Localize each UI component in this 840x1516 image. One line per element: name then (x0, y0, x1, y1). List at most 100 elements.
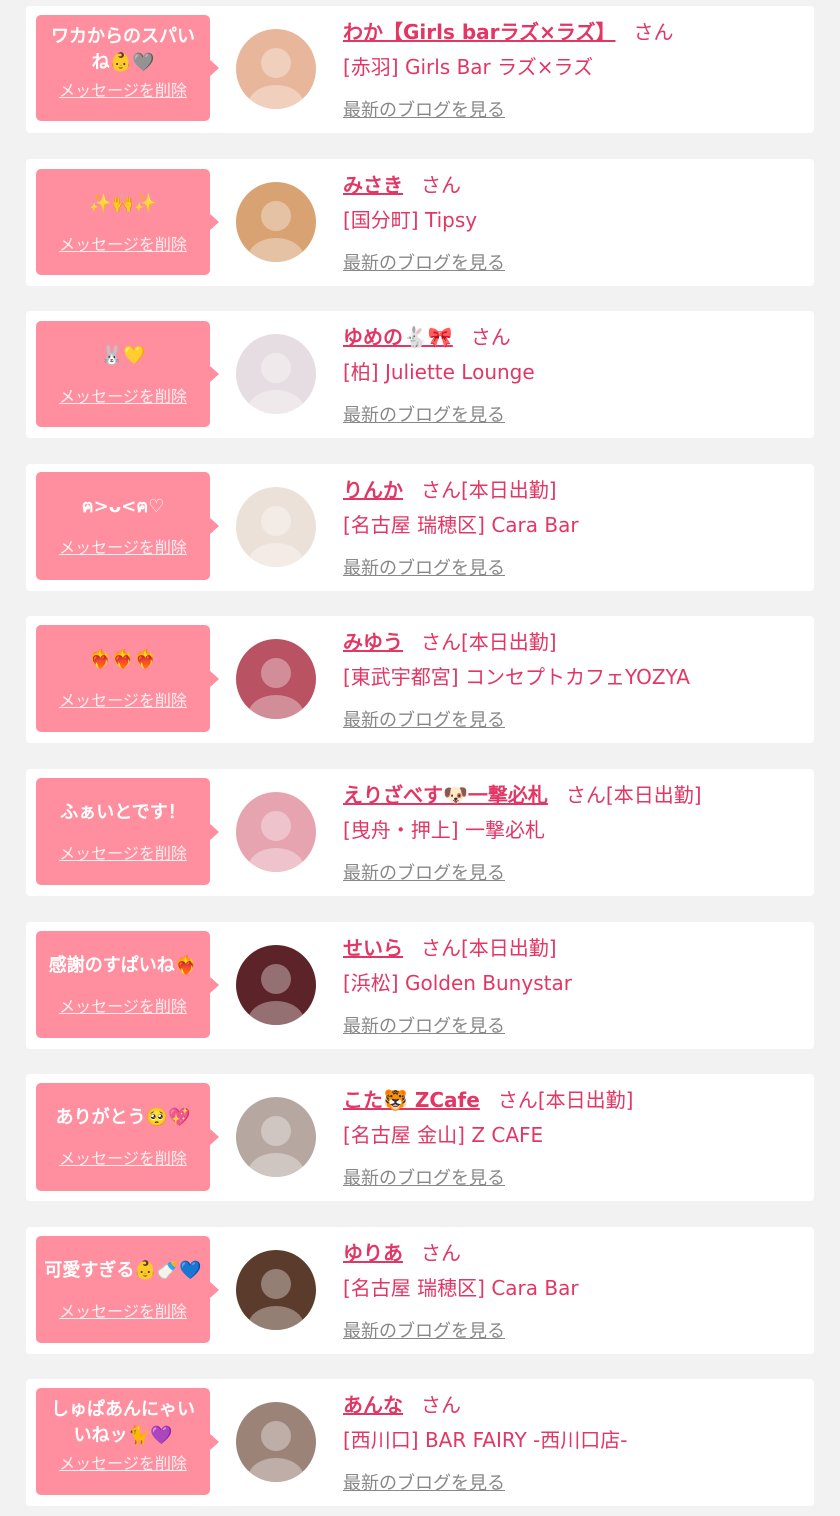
cast-name-link[interactable]: りんか (343, 478, 403, 502)
view-blog-link[interactable]: 最新のブログを見る (343, 706, 505, 732)
delete-message-link[interactable]: メッセージを削除 (44, 690, 202, 712)
cast-name-link[interactable]: ゆりあ (343, 1241, 403, 1265)
avatar[interactable] (236, 639, 316, 719)
avatar[interactable] (236, 182, 316, 262)
avatar[interactable] (236, 1402, 316, 1482)
shop-name: [柏] Juliette Lounge (343, 360, 535, 384)
honorific: さん (421, 1241, 461, 1265)
shop-name: [名古屋 瑞穂区] Cara Bar (343, 513, 579, 537)
message-text: 感謝のすぱいね❤️‍🔥 (48, 955, 198, 976)
view-blog-link[interactable]: 最新のブログを見る (343, 401, 505, 427)
shop-name: [浜松] Golden Bunystar (343, 971, 572, 995)
honorific: さん (421, 630, 461, 654)
message-card: 感謝のすぱいね❤️‍🔥 メッセージを削除 せいら さん[本日出勤] [浜松] Go… (26, 922, 814, 1049)
view-blog-link[interactable]: 最新のブログを見る (343, 1012, 505, 1038)
card-info: せいら さん[本日出勤] [浜松] Golden Bunystar 最新のブログを… (343, 930, 794, 1038)
delete-message-link[interactable]: メッセージを削除 (44, 996, 202, 1018)
delete-message-link[interactable]: メッセージを削除 (44, 80, 202, 102)
avatar-image (236, 29, 316, 109)
message-text: 🐰💛 (100, 345, 146, 366)
card-info: ゆりあ さん [名古屋 瑞穂区] Cara Bar 最新のブログを見る (343, 1235, 794, 1343)
delete-message-link[interactable]: メッセージを削除 (44, 843, 202, 865)
avatar-image (236, 792, 316, 872)
avatar-image (236, 487, 316, 567)
honorific: さん (565, 783, 606, 807)
message-bubble: ワカからのスパいね👶🩶 メッセージを削除 (36, 15, 219, 121)
delete-message-link[interactable]: メッセージを削除 (44, 234, 202, 256)
delete-message-link[interactable]: メッセージを削除 (44, 386, 202, 408)
delete-message-link[interactable]: メッセージを削除 (44, 1453, 202, 1475)
message-bubble: しゅぱあんにゃいいねッ🐈💜 メッセージを削除 (36, 1388, 219, 1495)
avatar[interactable] (236, 1097, 316, 1177)
message-bubble: 可愛すぎる👶🍼💙 メッセージを削除 (36, 1236, 219, 1343)
honorific: さん (470, 325, 511, 349)
message-text: ❤️‍🔥❤️‍🔥❤️‍🔥 (89, 649, 157, 670)
working-today-badge: [本日出勤] (537, 1088, 634, 1112)
delete-message-link[interactable]: メッセージを削除 (44, 1148, 202, 1170)
card-info: わか【Girls barラズ×ラズ】 さん [赤羽] Girls Bar ラズ×ラ… (343, 14, 794, 122)
avatar[interactable] (236, 29, 316, 109)
card-info: こた🐯 ZCafe さん[本日出勤] [名古屋 金山] Z CAFE 最新のブログ… (343, 1082, 794, 1190)
view-blog-link[interactable]: 最新のブログを見る (343, 1469, 505, 1495)
honorific: さん (421, 478, 461, 502)
cast-name-link[interactable]: せいら (343, 936, 403, 960)
shop-name: [名古屋 瑞穂区] Cara Bar (343, 1276, 579, 1300)
view-blog-link[interactable]: 最新のブログを見る (343, 249, 505, 275)
avatar[interactable] (236, 1250, 316, 1330)
view-blog-link[interactable]: 最新のブログを見る (343, 1164, 505, 1190)
message-bubble: ❤️‍🔥❤️‍🔥❤️‍🔥 メッセージを削除 (36, 625, 219, 732)
honorific: さん (497, 1088, 538, 1112)
message-text: ふぁいとです！ (60, 802, 186, 823)
message-text: ✨🙌✨ (89, 193, 157, 214)
shop-name: [東武宇都宮] コンセプトカフェYOZYA (343, 665, 690, 689)
view-blog-link[interactable]: 最新のブログを見る (343, 1317, 505, 1343)
message-text: 可愛すぎる👶🍼💙 (44, 1260, 202, 1281)
avatar-image (236, 334, 316, 414)
working-today-badge: [本日出勤] (461, 478, 557, 502)
message-list: ワカからのスパいね👶🩶 メッセージを削除 わか【Girls barラズ×ラズ】さ… (0, 0, 840, 1516)
avatar-image (236, 182, 316, 262)
card-info: みさき さん [国分町] Tipsy 最新のブログを見る (343, 167, 794, 275)
view-blog-link[interactable]: 最新のブログを見る (343, 554, 505, 580)
shop-name: [名古屋 金山] Z CAFE (343, 1123, 544, 1147)
cast-name-link[interactable]: わか【Girls barラズ×ラズ】 (343, 20, 616, 44)
shop-name: [曳舟・押上] 一撃必札 (343, 818, 545, 842)
card-info: えりざべす🐶一撃必札 さん[本日出勤] [曳舟・押上] 一撃必札 最新のブログを見… (343, 777, 794, 885)
avatar[interactable] (236, 792, 316, 872)
view-blog-link[interactable]: 最新のブログを見る (343, 859, 505, 885)
card-info: りんか さん[本日出勤] [名古屋 瑞穂区] Cara Bar 最新のブログを見る (343, 472, 794, 580)
avatar[interactable] (236, 945, 316, 1025)
cast-name-link[interactable]: みさき (343, 173, 403, 197)
avatar[interactable] (236, 334, 316, 414)
cast-name-link[interactable]: みゆう (343, 630, 403, 654)
delete-message-link[interactable]: メッセージを削除 (44, 537, 202, 559)
cast-name-link[interactable]: あんな (343, 1393, 403, 1417)
message-bubble: 感謝のすぱいね❤️‍🔥 メッセージを削除 (36, 931, 219, 1038)
avatar[interactable] (236, 487, 316, 567)
shop-name: [赤羽] Girls Bar ラズ×ラズ (343, 55, 594, 79)
working-today-badge: [本日出勤] (461, 936, 557, 960)
honorific: さん (421, 1393, 461, 1417)
message-text: ワカからのスパいね👶🩶 (51, 26, 195, 73)
message-card: ❤️‍🔥❤️‍🔥❤️‍🔥 メッセージを削除 みゆう さん[本日出勤] [東武宇都宮… (26, 616, 814, 743)
message-text: ฅ>ᴗ<ฅ♡ (81, 496, 165, 517)
avatar-image (236, 945, 316, 1025)
cast-name-link[interactable]: えりざべす🐶一撃必札 (343, 783, 548, 807)
message-card: 🐰💛 メッセージを削除 ゆめの🐇🎀 さん [柏] Juliette Lounge … (26, 311, 814, 438)
honorific: さん (421, 173, 461, 197)
delete-message-link[interactable]: メッセージを削除 (44, 1301, 202, 1323)
message-card: 可愛すぎる👶🍼💙 メッセージを削除 ゆりあ さん [名古屋 瑞穂区] Cara B… (26, 1227, 814, 1354)
message-card: ワカからのスパいね👶🩶 メッセージを削除 わか【Girls barラズ×ラズ】さ… (26, 6, 814, 133)
shop-name: [国分町] Tipsy (343, 208, 478, 232)
message-card: ✨🙌✨ メッセージを削除 みさき さん [国分町] Tipsy 最新のブログを見る (26, 159, 814, 286)
message-bubble: 🐰💛 メッセージを削除 (36, 321, 219, 427)
view-blog-link[interactable]: 最新のブログを見る (343, 96, 505, 122)
message-bubble: ありがとう🥺💖 メッセージを削除 (36, 1083, 219, 1191)
cast-name-link[interactable]: ゆめの🐇🎀 (343, 325, 453, 349)
cast-name-link[interactable]: こた🐯 ZCafe (343, 1088, 480, 1112)
card-info: みゆう さん[本日出勤] [東武宇都宮] コンセプトカフェYOZYA 最新のブログ… (343, 624, 794, 732)
working-today-badge: [本日出勤] (461, 630, 557, 654)
shop-name: [西川口] BAR FAIRY -西川口店- (343, 1428, 628, 1452)
message-bubble: ฅ>ᴗ<ฅ♡ メッセージを削除 (36, 472, 219, 580)
honorific: さん (421, 936, 461, 960)
